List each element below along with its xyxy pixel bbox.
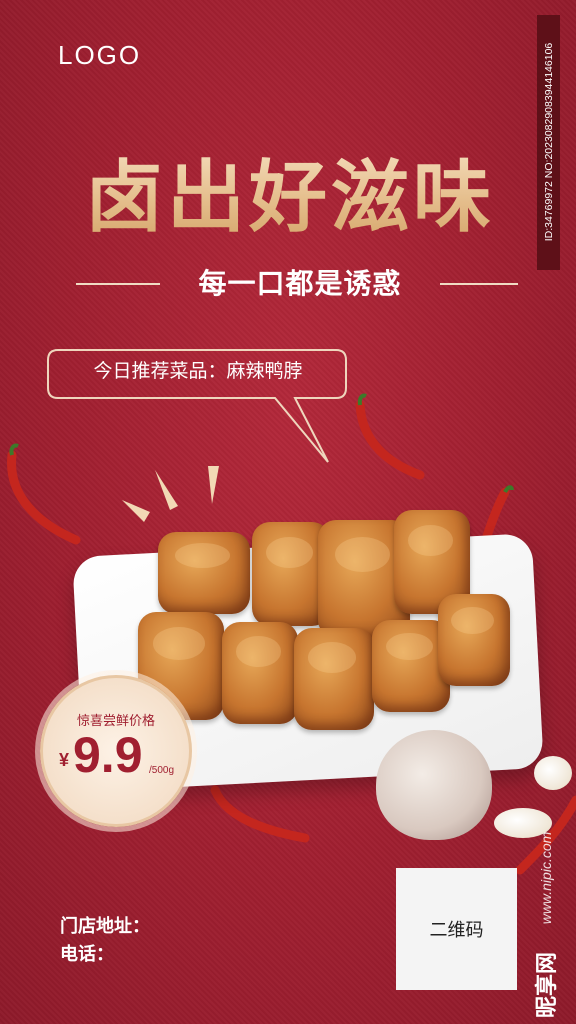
garlic-icon [376, 730, 492, 840]
duck-neck-piece [294, 628, 374, 730]
duck-neck-piece [222, 622, 298, 724]
garlic-clove-icon [534, 756, 572, 790]
price-value: 9.9 [73, 727, 143, 783]
watermark-id: ID:34769972 NO:20230829083944146106 [543, 42, 555, 242]
duck-neck-piece [438, 594, 510, 686]
watermark-brand: 昵享网 [535, 951, 560, 1019]
price-currency: ¥ [59, 750, 70, 770]
phone-label: 电话： [60, 944, 114, 965]
qr-code-label: 二维码 [429, 920, 484, 940]
price-unit: /500g [149, 765, 175, 776]
watermark-url: www.nipic.com [538, 831, 554, 925]
price-badge: 惊喜尝鲜价格 ¥ 9.9 /500g [40, 675, 192, 827]
qr-code-placeholder: 二维码 [396, 868, 517, 990]
duck-neck-piece [158, 532, 250, 614]
store-address-label: 门店地址： [60, 916, 150, 937]
poster: LOGO 卤出好滋味 每一口都是诱惑 今日推荐菜品：麻辣鸭脖 惊喜尝鲜价格 ¥ … [0, 0, 576, 1024]
